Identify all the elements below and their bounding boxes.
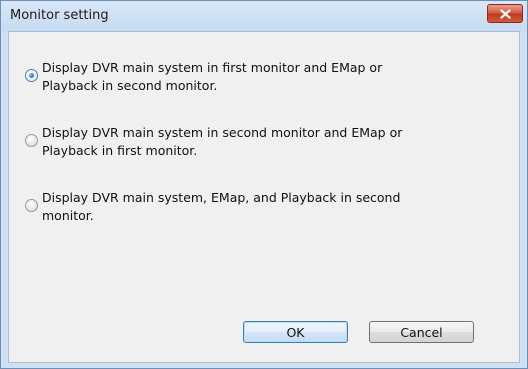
close-button[interactable] xyxy=(487,4,523,23)
radio-second-monitor[interactable] xyxy=(25,134,38,147)
radio-all-second-monitor[interactable] xyxy=(25,199,38,212)
option-label-line: Playback in first monitor. xyxy=(42,143,198,158)
option-all-second-monitor-label: Display DVR main system, EMap, and Playb… xyxy=(42,189,492,225)
monitor-setting-dialog: Monitor setting Display DVR main system … xyxy=(0,0,528,369)
option-first-monitor-label: Display DVR main system in first monitor… xyxy=(42,59,492,95)
close-icon xyxy=(499,8,511,19)
dialog-title: Monitor setting xyxy=(10,8,109,23)
option-label-line: Display DVR main system in second monito… xyxy=(42,125,403,140)
option-label-line: Playback in second monitor. xyxy=(42,78,218,93)
option-label-line: Display DVR main system in first monitor… xyxy=(42,60,383,75)
radio-selected-dot xyxy=(29,73,34,78)
option-second-monitor-label: Display DVR main system in second monito… xyxy=(42,124,492,160)
radio-first-monitor[interactable] xyxy=(25,69,38,82)
dialog-content: Display DVR main system in first monitor… xyxy=(8,31,520,363)
title-bar[interactable]: Monitor setting xyxy=(1,1,527,31)
cancel-button[interactable]: Cancel xyxy=(369,321,474,343)
option-label-line: monitor. xyxy=(42,208,94,223)
option-label-line: Display DVR main system, EMap, and Playb… xyxy=(42,190,401,205)
ok-button[interactable]: OK xyxy=(243,321,348,343)
